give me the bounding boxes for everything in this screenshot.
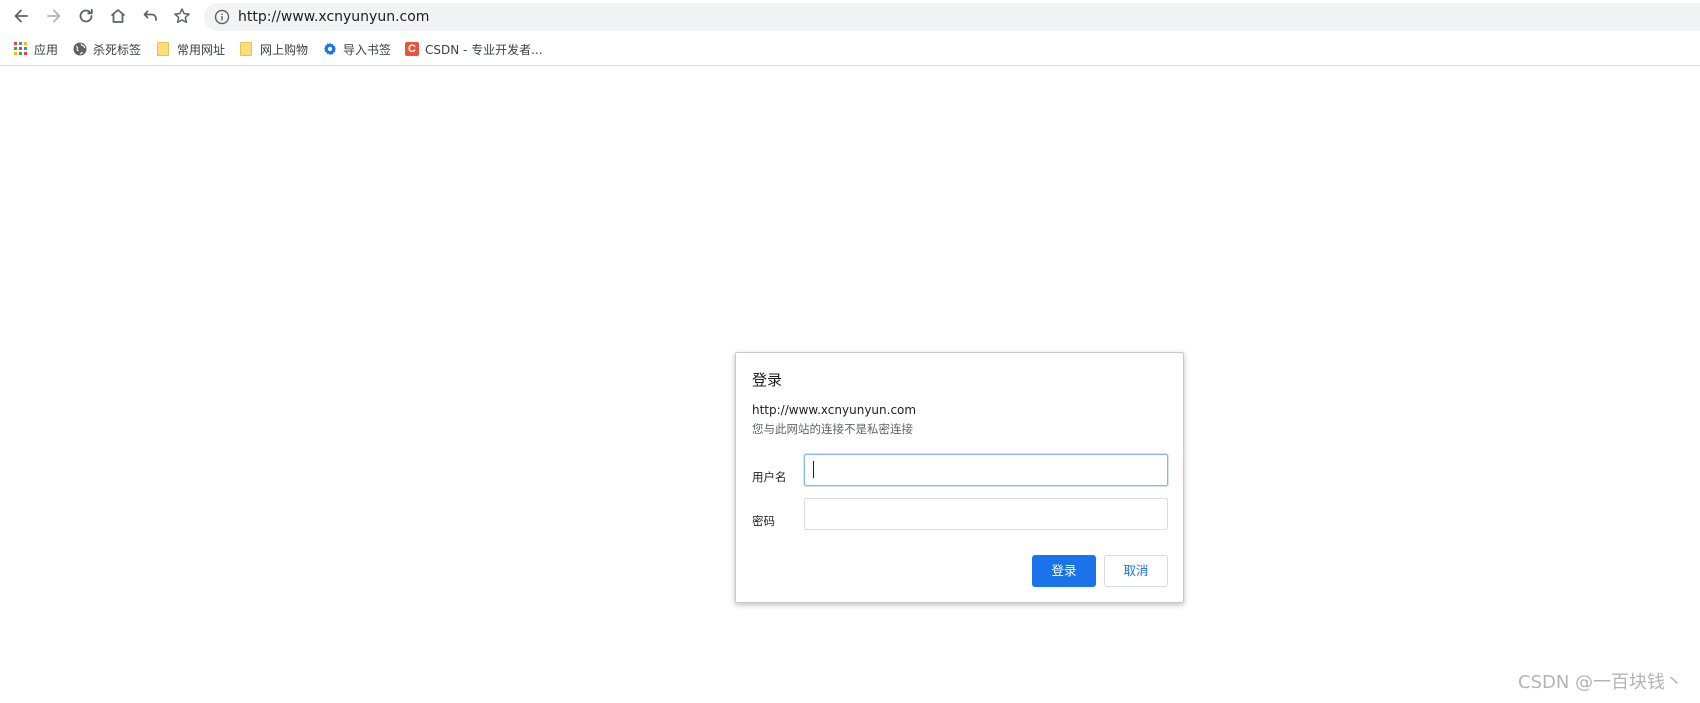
browser-toolbar: http://www.xcnyunyun.com (0, 0, 1700, 32)
bookmarks-bar: 应用 杀死标签 常用网址 网上购物 导入书签 C CSDN - 专业开发者... (0, 34, 1700, 66)
login-dialog: 登录 http://www.xcnyunyun.com 您与此网站的连接不是私密… (735, 352, 1184, 603)
forward-button[interactable] (42, 4, 66, 28)
username-label: 用户名 (752, 470, 787, 484)
password-input[interactable] (804, 498, 1168, 530)
dialog-title: 登录 (752, 371, 783, 389)
home-icon (110, 9, 126, 23)
password-label: 密码 (752, 514, 775, 528)
undo-icon (143, 10, 157, 21)
reload-button[interactable] (74, 4, 98, 28)
csdn-watermark: CSDN @一百块钱丶 (1518, 672, 1684, 693)
globe-icon (73, 42, 87, 56)
back-button[interactable] (9, 4, 33, 28)
text-caret (813, 461, 814, 478)
apps-grid-icon (14, 42, 28, 56)
undo-button[interactable] (138, 4, 162, 28)
folder-icon (240, 42, 254, 56)
folder-icon (157, 42, 171, 56)
bookmark-label: 常用网址 (177, 42, 226, 57)
dialog-site-url: http://www.xcnyunyun.com (752, 403, 917, 417)
dialog-connection-warning: 您与此网站的连接不是私密连接 (752, 422, 913, 436)
bookmark-kill-tabs[interactable]: 杀死标签 (73, 40, 141, 58)
bookmark-apps[interactable]: 应用 (14, 40, 58, 58)
bookmark-import[interactable]: 导入书签 (323, 40, 391, 58)
bookmark-label: 网上购物 (260, 42, 309, 57)
cancel-button[interactable]: 取消 (1104, 555, 1168, 587)
bookmark-label: 导入书签 (343, 42, 392, 57)
back-arrow-icon (14, 9, 28, 23)
bookmark-label: 杀死标签 (93, 42, 142, 57)
gear-icon (323, 42, 337, 56)
address-bar[interactable]: http://www.xcnyunyun.com (204, 3, 1700, 31)
bookmark-folder-shopping[interactable]: 网上购物 (240, 40, 308, 58)
info-icon[interactable] (214, 9, 230, 25)
bookmark-label: CSDN - 专业开发者... (425, 42, 543, 57)
forward-arrow-icon (47, 9, 61, 23)
home-button[interactable] (106, 4, 130, 28)
bookmark-folder-common-sites[interactable]: 常用网址 (157, 40, 225, 58)
username-input[interactable] (804, 454, 1168, 486)
csdn-icon: C (405, 42, 419, 56)
star-icon (174, 8, 190, 24)
bookmark-star-button[interactable] (170, 4, 194, 28)
login-button[interactable]: 登录 (1032, 555, 1096, 587)
bookmark-label: 应用 (34, 42, 59, 57)
address-bar-url[interactable]: http://www.xcnyunyun.com (238, 8, 429, 26)
reload-icon (79, 8, 93, 23)
bookmark-csdn[interactable]: C CSDN - 专业开发者... (405, 40, 543, 58)
